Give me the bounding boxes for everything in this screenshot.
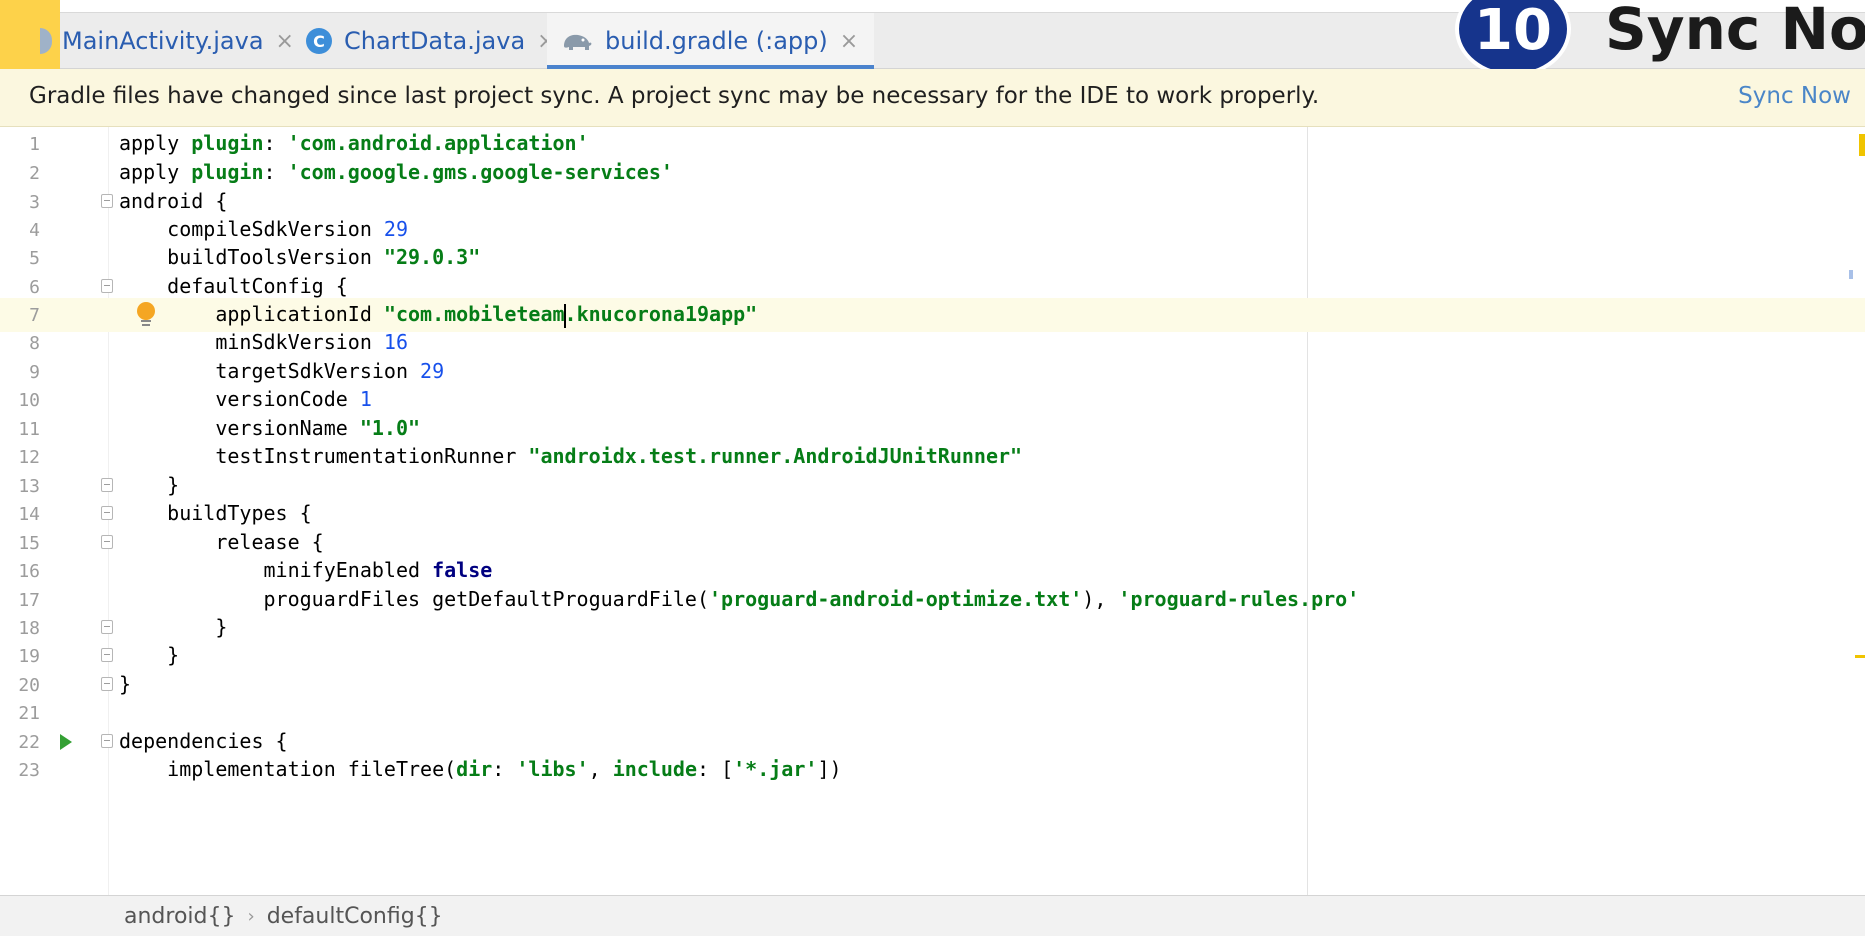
line-number: 11	[18, 419, 40, 440]
breadcrumb: android{} › defaultConfig{}	[124, 904, 443, 929]
fold-toggle-icon[interactable]	[101, 279, 113, 293]
code-text: proguardFiles getDefaultProguardFile('pr…	[119, 587, 1360, 611]
fold-toggle-icon[interactable]	[101, 194, 113, 208]
fold-toggle-icon[interactable]	[101, 535, 113, 549]
line-number: 9	[29, 362, 40, 383]
code-text: }	[119, 643, 180, 667]
code-text: }	[119, 615, 228, 639]
gradle-sync-notification: Gradle files have changed since last pro…	[0, 69, 1865, 127]
code-text: dependencies {	[119, 729, 288, 753]
tab-build-gradle[interactable]: build.gradle (:app) ×	[547, 13, 875, 69]
fold-toggle-icon[interactable]	[101, 620, 113, 634]
breadcrumb-item[interactable]: defaultConfig{}	[267, 904, 443, 929]
java-class-icon	[40, 28, 52, 54]
window-top-strip	[0, 0, 1865, 12]
error-stripe[interactable]	[1845, 127, 1865, 895]
code-text: targetSdkVersion 29	[119, 359, 445, 383]
line-number: 15	[18, 533, 40, 554]
fold-toggle-icon[interactable]	[101, 677, 113, 691]
fold-toggle-icon[interactable]	[101, 648, 113, 662]
fold-toggle-icon[interactable]	[101, 734, 113, 748]
fold-toggle-icon[interactable]	[101, 506, 113, 520]
code-text: implementation fileTree(dir: 'libs', inc…	[119, 757, 842, 781]
code-text: applicationId "com.mobileteam.knucorona1…	[119, 302, 758, 328]
line-number: 19	[18, 646, 40, 667]
tab-label: MainActivity.java	[62, 27, 264, 55]
code-text: }	[119, 473, 180, 497]
line-number: 20	[18, 675, 40, 696]
code-text: defaultConfig {	[119, 274, 348, 298]
line-number: 6	[29, 277, 40, 298]
line-number: 12	[18, 447, 40, 468]
step-number-badge: 10	[1455, 0, 1571, 77]
warning-marker[interactable]	[1855, 655, 1865, 658]
line-number: 7	[29, 305, 40, 326]
line-number: 22	[18, 732, 40, 753]
breadcrumb-item[interactable]: android{}	[124, 904, 235, 929]
code-editor[interactable]: 1 apply plugin: 'com.android.application…	[0, 127, 1865, 895]
code-text: release {	[119, 530, 324, 554]
line-number: 23	[18, 760, 40, 781]
code-text: versionCode 1	[119, 387, 372, 411]
editor-tab-bar: MainActivity.java × C ChartData.java × b…	[0, 0, 1865, 133]
gradle-elephant-icon	[561, 30, 593, 52]
code-text: minSdkVersion 16	[119, 330, 408, 354]
line-number: 4	[29, 220, 40, 241]
code-text: android {	[119, 189, 228, 213]
tab-label: ChartData.java	[344, 27, 526, 55]
line-number: 18	[18, 618, 40, 639]
notification-message: Gradle files have changed since last pro…	[29, 83, 1320, 109]
line-number: 16	[18, 561, 40, 582]
close-icon[interactable]: ×	[276, 29, 294, 54]
line-number: 17	[18, 590, 40, 611]
editor-breadcrumb-bar: android{} › defaultConfig{}	[0, 895, 1865, 936]
code-text: apply plugin: 'com.android.application'	[119, 131, 589, 155]
tab-chartdata[interactable]: C ChartData.java ×	[306, 13, 556, 69]
fold-toggle-icon[interactable]	[101, 478, 113, 492]
line-number: 14	[18, 504, 40, 525]
line-number: 10	[18, 390, 40, 411]
line-number: 1	[29, 134, 40, 155]
line-number: 13	[18, 476, 40, 497]
line-number: 3	[29, 192, 40, 213]
code-line: 23 implementation fileTree(dir: 'libs', …	[0, 753, 1865, 787]
code-text: compileSdkVersion 29	[119, 217, 408, 241]
line-number: 8	[29, 333, 40, 354]
run-gutter-icon[interactable]	[60, 734, 72, 750]
code-text: buildTypes {	[119, 501, 312, 525]
code-text: buildToolsVersion "29.0.3"	[119, 245, 481, 269]
code-text: apply plugin: 'com.google.gms.google-ser…	[119, 160, 673, 184]
class-c-icon: C	[306, 28, 332, 54]
tab-mainactivity[interactable]: MainActivity.java ×	[40, 13, 294, 69]
code-text: versionName "1.0"	[119, 416, 421, 440]
step-title: Sync Now	[1605, 0, 1865, 63]
code-text: minifyEnabled false	[119, 558, 493, 582]
line-number: 5	[29, 248, 40, 269]
line-number: 21	[18, 703, 40, 724]
warning-marker[interactable]	[1859, 134, 1865, 156]
code-text: }	[119, 672, 132, 696]
code-text: testInstrumentationRunner "androidx.test…	[119, 444, 1023, 468]
chevron-right-icon: ›	[247, 906, 255, 927]
tab-label: build.gradle (:app)	[605, 27, 828, 55]
caret-marker	[1849, 270, 1853, 279]
line-number: 2	[29, 163, 40, 184]
close-icon[interactable]: ×	[840, 29, 858, 54]
sync-now-link[interactable]: Sync Now	[1738, 83, 1851, 109]
